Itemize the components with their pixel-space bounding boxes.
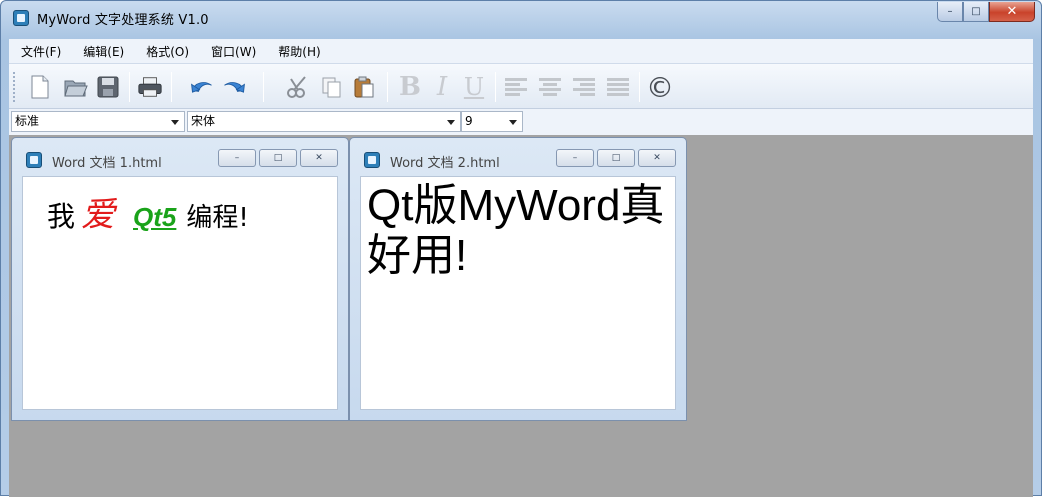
- font-size-combobox[interactable]: 9: [461, 111, 523, 132]
- redo-icon[interactable]: [221, 74, 247, 100]
- chevron-down-icon: [509, 120, 517, 125]
- justify-icon[interactable]: [605, 74, 631, 100]
- new-icon[interactable]: [27, 74, 53, 100]
- chevron-down-icon: [171, 120, 179, 125]
- document-title: Word 文档 2.html: [390, 156, 500, 171]
- document-close-button[interactable]: ✕: [638, 149, 676, 167]
- document-title: Word 文档 1.html: [52, 156, 162, 171]
- document-maximize-button[interactable]: □: [259, 149, 297, 167]
- toolbar: B I U ©: [9, 63, 1033, 109]
- toolbar-separator: [129, 72, 130, 102]
- save-icon[interactable]: [95, 74, 121, 100]
- text-run-green-bold: Qt5: [133, 202, 177, 232]
- document-maximize-button[interactable]: □: [597, 149, 635, 167]
- menu-file[interactable]: 文件(F): [9, 43, 71, 60]
- document-window-1[interactable]: Word 文档 1.html – □ ✕ 我 爱 Qt5 编程!: [11, 137, 349, 421]
- document-minimize-button[interactable]: –: [556, 149, 594, 167]
- menu-edit[interactable]: 编辑(E): [71, 43, 134, 60]
- text-run: 我: [47, 200, 76, 233]
- title-bar[interactable]: MyWord 文字处理系统 V1.0 – □ ✕: [1, 1, 1041, 35]
- format-toolbar: 标准 宋体 9: [9, 109, 1033, 135]
- main-window: MyWord 文字处理系统 V1.0 – □ ✕ 文件(F) 编辑(E) 格式(…: [0, 0, 1042, 497]
- toolbar-grip[interactable]: [13, 72, 16, 102]
- font-value: 宋体: [191, 114, 216, 128]
- menu-bar: 文件(F) 编辑(E) 格式(O) 窗口(W) 帮助(H): [9, 39, 1033, 63]
- about-icon[interactable]: ©: [646, 71, 674, 104]
- document-text: Qt版MyWord真好用!: [367, 181, 665, 280]
- text-run-red-italic: 爱: [81, 195, 116, 235]
- document-editor[interactable]: 我 爱 Qt5 编程!: [22, 176, 338, 410]
- maximize-button[interactable]: □: [963, 2, 989, 22]
- minimize-button[interactable]: –: [937, 2, 963, 22]
- underline-icon[interactable]: U: [461, 73, 487, 101]
- style-value: 标准: [15, 114, 40, 128]
- align-center-icon[interactable]: [537, 74, 563, 100]
- bold-icon[interactable]: B: [397, 72, 423, 102]
- menu-help[interactable]: 帮助(H): [266, 43, 330, 60]
- style-combobox[interactable]: 标准: [11, 111, 185, 132]
- align-left-icon[interactable]: [503, 74, 529, 100]
- copy-icon[interactable]: [319, 74, 345, 100]
- open-icon[interactable]: [63, 74, 89, 100]
- undo-icon[interactable]: [189, 74, 215, 100]
- menu-format[interactable]: 格式(O): [134, 43, 199, 60]
- align-right-icon[interactable]: [571, 74, 597, 100]
- document-text: 我 爱 Qt5 编程!: [47, 187, 249, 236]
- caption-buttons: – □ ✕: [937, 2, 1035, 22]
- document-caption-buttons: – □ ✕: [218, 149, 338, 167]
- print-icon[interactable]: [137, 74, 163, 100]
- menu-window[interactable]: 窗口(W): [199, 43, 266, 60]
- document-icon: [364, 152, 380, 168]
- paste-icon[interactable]: [351, 74, 377, 100]
- mdi-area[interactable]: Word 文档 1.html – □ ✕ 我 爱 Qt5 编程! Word 文档…: [9, 135, 1033, 497]
- italic-icon[interactable]: I: [429, 72, 455, 102]
- document-caption-buttons: – □ ✕: [556, 149, 676, 167]
- window-title: MyWord 文字处理系统 V1.0: [37, 13, 209, 28]
- app-icon: [13, 10, 29, 26]
- toolbar-separator: [495, 72, 496, 102]
- close-button[interactable]: ✕: [989, 2, 1035, 22]
- font-combobox[interactable]: 宋体: [187, 111, 461, 132]
- toolbar-separator: [171, 72, 172, 102]
- chevron-down-icon: [447, 120, 455, 125]
- document-minimize-button[interactable]: –: [218, 149, 256, 167]
- document-close-button[interactable]: ✕: [300, 149, 338, 167]
- document-editor[interactable]: Qt版MyWord真好用!: [360, 176, 676, 410]
- document-icon: [26, 152, 42, 168]
- toolbar-separator: [387, 72, 388, 102]
- toolbar-separator: [263, 72, 264, 102]
- toolbar-separator: [639, 72, 640, 102]
- text-run: 编程!: [186, 203, 249, 233]
- cut-icon[interactable]: [285, 74, 311, 100]
- document-window-2[interactable]: Word 文档 2.html – □ ✕ Qt版MyWord真好用!: [349, 137, 687, 421]
- font-size-value: 9: [465, 114, 473, 128]
